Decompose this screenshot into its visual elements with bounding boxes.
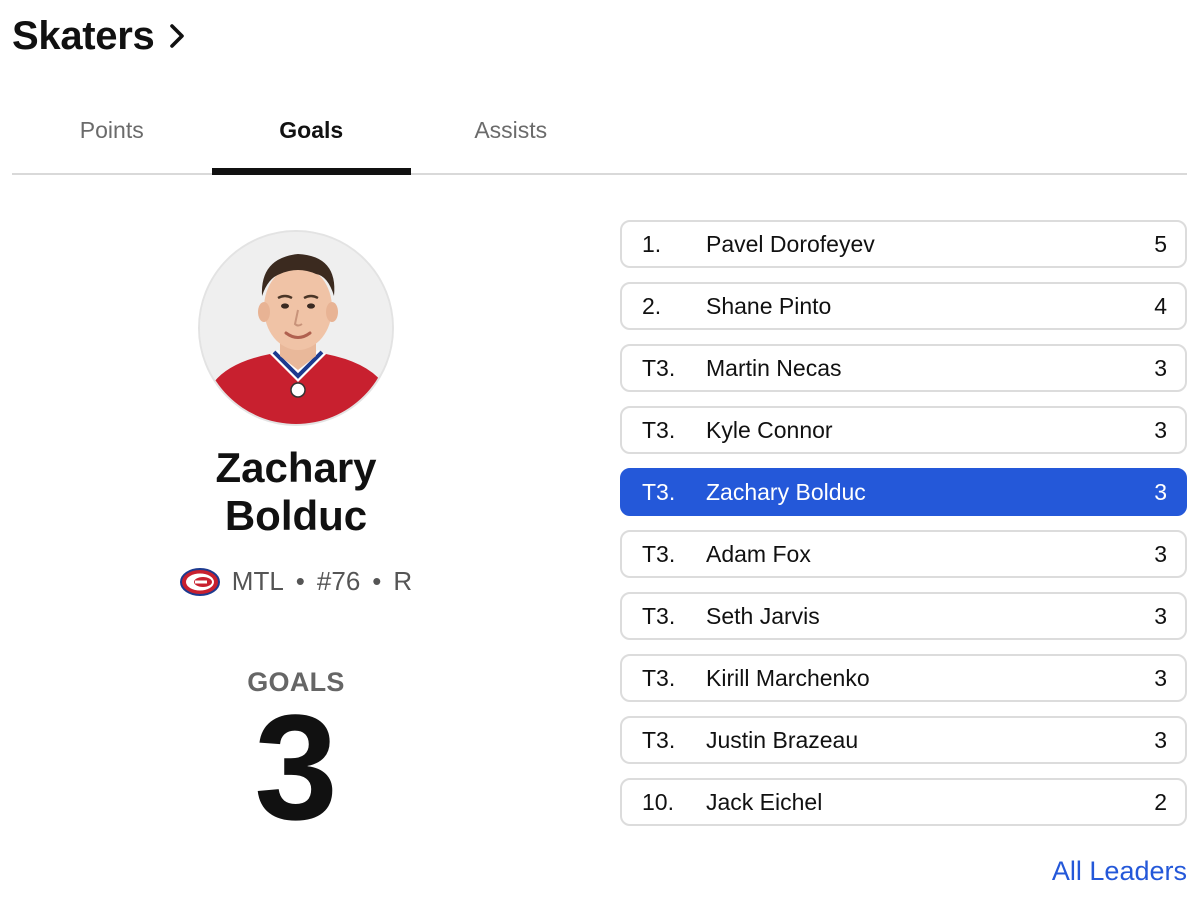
stat-tabs: Points Goals Assists xyxy=(12,92,1187,175)
stat-value: 3 xyxy=(254,683,338,851)
section-header[interactable]: Skaters xyxy=(12,12,190,60)
leader-row[interactable]: 1. Pavel Dorofeyev 5 xyxy=(620,220,1187,268)
leader-row[interactable]: T3. Kirill Marchenko 3 xyxy=(620,654,1187,702)
leader-rank: T3. xyxy=(642,726,676,753)
tab-points[interactable]: Points xyxy=(12,92,212,173)
meta-separator: • xyxy=(295,566,305,596)
leader-value: 5 xyxy=(1154,230,1167,257)
tab-assists[interactable]: Assists xyxy=(411,92,611,173)
meta-separator: • xyxy=(372,566,382,596)
player-photo-icon xyxy=(200,232,392,424)
player-headshot[interactable] xyxy=(198,230,394,426)
leader-value: 3 xyxy=(1154,602,1167,629)
leader-row[interactable]: T3. Kyle Connor 3 xyxy=(620,406,1187,454)
player-last-name: Bolduc xyxy=(224,492,368,539)
jersey-number: #76 xyxy=(316,566,361,596)
leader-rank: 10. xyxy=(642,788,674,815)
leader-value: 4 xyxy=(1154,292,1167,319)
leader-rank: T3. xyxy=(642,602,676,629)
player-position: R xyxy=(393,566,413,596)
section-title: Skaters xyxy=(12,13,155,58)
leader-row[interactable]: T3. Seth Jarvis 3 xyxy=(620,592,1187,640)
leader-row[interactable]: T3. Martin Necas 3 xyxy=(620,344,1187,392)
tab-label: Assists xyxy=(474,117,548,143)
leader-name: Shane Pinto xyxy=(706,292,832,319)
leader-name: Adam Fox xyxy=(706,540,811,567)
leader-rank: T3. xyxy=(642,664,676,691)
leader-value: 3 xyxy=(1154,416,1167,443)
tab-label: Points xyxy=(79,117,144,143)
leader-name: Seth Jarvis xyxy=(706,602,820,629)
leader-row[interactable]: T3. Justin Brazeau 3 xyxy=(620,716,1187,764)
leader-row[interactable]: 2. Shane Pinto 4 xyxy=(620,282,1187,330)
player-meta: MTL • #76 • R xyxy=(179,566,413,597)
leader-name: Kirill Marchenko xyxy=(706,664,870,691)
leader-name: Zachary Bolduc xyxy=(706,478,866,505)
leader-value: 3 xyxy=(1154,664,1167,691)
leader-rank: 2. xyxy=(642,292,662,319)
leader-value: 3 xyxy=(1154,354,1167,381)
leader-value: 3 xyxy=(1154,540,1167,567)
leader-rank: T3. xyxy=(642,478,676,505)
canadiens-logo-icon xyxy=(179,567,220,596)
leader-value: 3 xyxy=(1154,726,1167,753)
leader-name: Justin Brazeau xyxy=(706,726,859,753)
leader-name: Jack Eichel xyxy=(706,788,823,815)
leader-rank: T3. xyxy=(642,416,676,443)
leader-name: Martin Necas xyxy=(706,354,842,381)
player-name: Zachary Bolduc xyxy=(215,444,376,540)
leader-rank: T3. xyxy=(642,540,676,567)
leader-row[interactable]: 10. Jack Eichel 2 xyxy=(620,778,1187,826)
leader-row[interactable]: T3. Adam Fox 3 xyxy=(620,530,1187,578)
leader-rank: 1. xyxy=(642,230,662,257)
leaders-list: 1. Pavel Dorofeyev 5 2. Shane Pinto 4 T3… xyxy=(620,220,1187,840)
leader-row-selected[interactable]: T3. Zachary Bolduc 3 xyxy=(620,468,1187,516)
leader-rank: T3. xyxy=(642,354,676,381)
featured-player-card: Zachary Bolduc MTL • #76 • R GOALS 3 xyxy=(0,230,592,851)
chevron-right-icon xyxy=(168,22,190,50)
tab-goals[interactable]: Goals xyxy=(211,92,412,175)
tab-label: Goals xyxy=(279,117,344,143)
team-abbreviation: MTL xyxy=(231,566,284,596)
all-leaders-link[interactable]: All Leaders xyxy=(1052,856,1187,887)
leader-value: 3 xyxy=(1154,478,1167,505)
player-first-name: Zachary xyxy=(215,444,377,491)
leader-name: Kyle Connor xyxy=(706,416,833,443)
leader-value: 2 xyxy=(1154,788,1167,815)
leader-name: Pavel Dorofeyev xyxy=(706,230,875,257)
